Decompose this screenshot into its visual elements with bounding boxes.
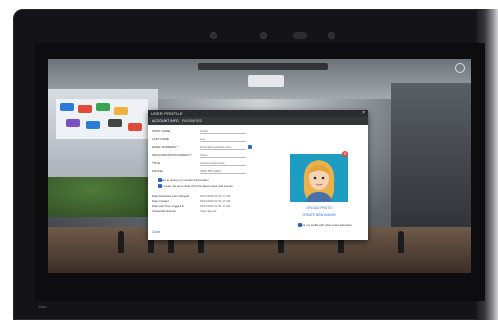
webcam-icon bbox=[293, 32, 307, 39]
plant-wall bbox=[48, 177, 158, 217]
sponsor-logo bbox=[96, 103, 110, 111]
sponsor-logo bbox=[78, 105, 92, 113]
organization-row: ORGANIZATION/COMPANY * Virtex bbox=[152, 152, 272, 158]
meta-label: Credential Network bbox=[152, 209, 176, 213]
sensor-dot bbox=[211, 33, 216, 38]
newsletter-checkbox[interactable]: Yes, keep me up to date with the latest … bbox=[152, 184, 272, 189]
close-icon[interactable]: × bbox=[362, 110, 365, 117]
meta-row: Credential Network Virtex Events bbox=[152, 209, 272, 214]
first-name-field[interactable]: Kristin bbox=[200, 128, 246, 134]
title-field[interactable]: Account Executive bbox=[200, 160, 246, 166]
settings-icon[interactable] bbox=[455, 63, 465, 73]
laptop-brand-logo: Vizio bbox=[38, 304, 47, 309]
sponsor-logo bbox=[60, 103, 74, 111]
phone-field[interactable]: (555) 555-0199 bbox=[200, 168, 246, 174]
camera-sensor-bar bbox=[211, 31, 361, 41]
close-button[interactable]: Close bbox=[152, 230, 160, 235]
dialog-title: USER PROFILE bbox=[151, 111, 183, 116]
field-label: EMAIL ADDRESS * bbox=[152, 145, 179, 149]
sensor-dot bbox=[261, 33, 266, 38]
field-label: ORGANIZATION/COMPANY * bbox=[152, 153, 193, 157]
checkbox-label: Yes, keep me up to date with the latest … bbox=[158, 184, 233, 188]
field-label: LAST NAME bbox=[152, 137, 169, 141]
sponsor-logo bbox=[86, 121, 100, 129]
title-row: TITLE Account Executive bbox=[152, 160, 272, 166]
create-avatar-link[interactable]: CREATE NEW AVATAR bbox=[290, 213, 348, 218]
exhibitor-booth-right[interactable] bbox=[391, 83, 471, 233]
remove-photo-icon[interactable]: ✕ bbox=[342, 151, 348, 157]
laptop-frame: USER PROFILE × ACCOUNT INFO PASSWORD FIR… bbox=[0, 0, 498, 320]
user-profile-dialog: USER PROFILE × ACCOUNT INFO PASSWORD FIR… bbox=[148, 110, 368, 240]
field-label: FIRST NAME bbox=[152, 129, 171, 133]
field-label: TITLE bbox=[152, 161, 161, 165]
sponsor-logo bbox=[108, 119, 122, 127]
upload-photo-link[interactable]: UPLOAD PHOTO bbox=[290, 206, 348, 211]
verified-icon bbox=[248, 145, 252, 149]
avatar bbox=[290, 154, 348, 202]
dialog-tabs: ACCOUNT INFO PASSWORD bbox=[148, 117, 368, 126]
sponsor-logo bbox=[128, 123, 142, 131]
tab-account-info[interactable]: ACCOUNT INFO bbox=[152, 117, 179, 126]
laptop-screen: USER PROFILE × ACCOUNT INFO PASSWORD FIR… bbox=[34, 43, 485, 301]
field-label: PHONE bbox=[152, 169, 163, 173]
sponsor-logo bbox=[66, 119, 80, 127]
share-profile-checkbox[interactable]: Share my profile with other event attend… bbox=[292, 223, 366, 228]
dialog-titlebar: USER PROFILE × bbox=[148, 110, 368, 117]
sponsor-board bbox=[56, 99, 148, 139]
sponsor-logo bbox=[114, 107, 128, 115]
tab-password[interactable]: PASSWORD bbox=[182, 117, 202, 125]
organization-field[interactable]: Virtex bbox=[200, 152, 246, 158]
share-contact-checkbox[interactable]: I want to share my contact information bbox=[152, 178, 272, 183]
sensor-dot bbox=[329, 33, 334, 38]
avatar-illustration bbox=[303, 160, 335, 202]
virtual-event-hall[interactable]: USER PROFILE × ACCOUNT INFO PASSWORD FIR… bbox=[48, 59, 471, 273]
email-field[interactable]: kristin@eventshub.com bbox=[200, 144, 246, 150]
event-nav-bar[interactable] bbox=[198, 63, 328, 70]
checkbox-label: Share my profile with other event attend… bbox=[298, 223, 352, 227]
meta-value: Virtex Events bbox=[200, 209, 217, 213]
attendee-figure bbox=[398, 231, 404, 253]
first-name-row: FIRST NAME Kristin bbox=[152, 128, 272, 134]
phone-row: PHONE (555) 555-0199 bbox=[152, 168, 272, 174]
attendee-figure bbox=[118, 231, 124, 253]
email-row: EMAIL ADDRESS * kristin@eventshub.com bbox=[152, 144, 272, 150]
hanging-banner bbox=[248, 75, 284, 87]
last-name-field[interactable]: Lee bbox=[200, 136, 246, 142]
last-name-row: LAST NAME Lee bbox=[152, 136, 272, 142]
checkbox-label: I want to share my contact information bbox=[158, 178, 209, 182]
